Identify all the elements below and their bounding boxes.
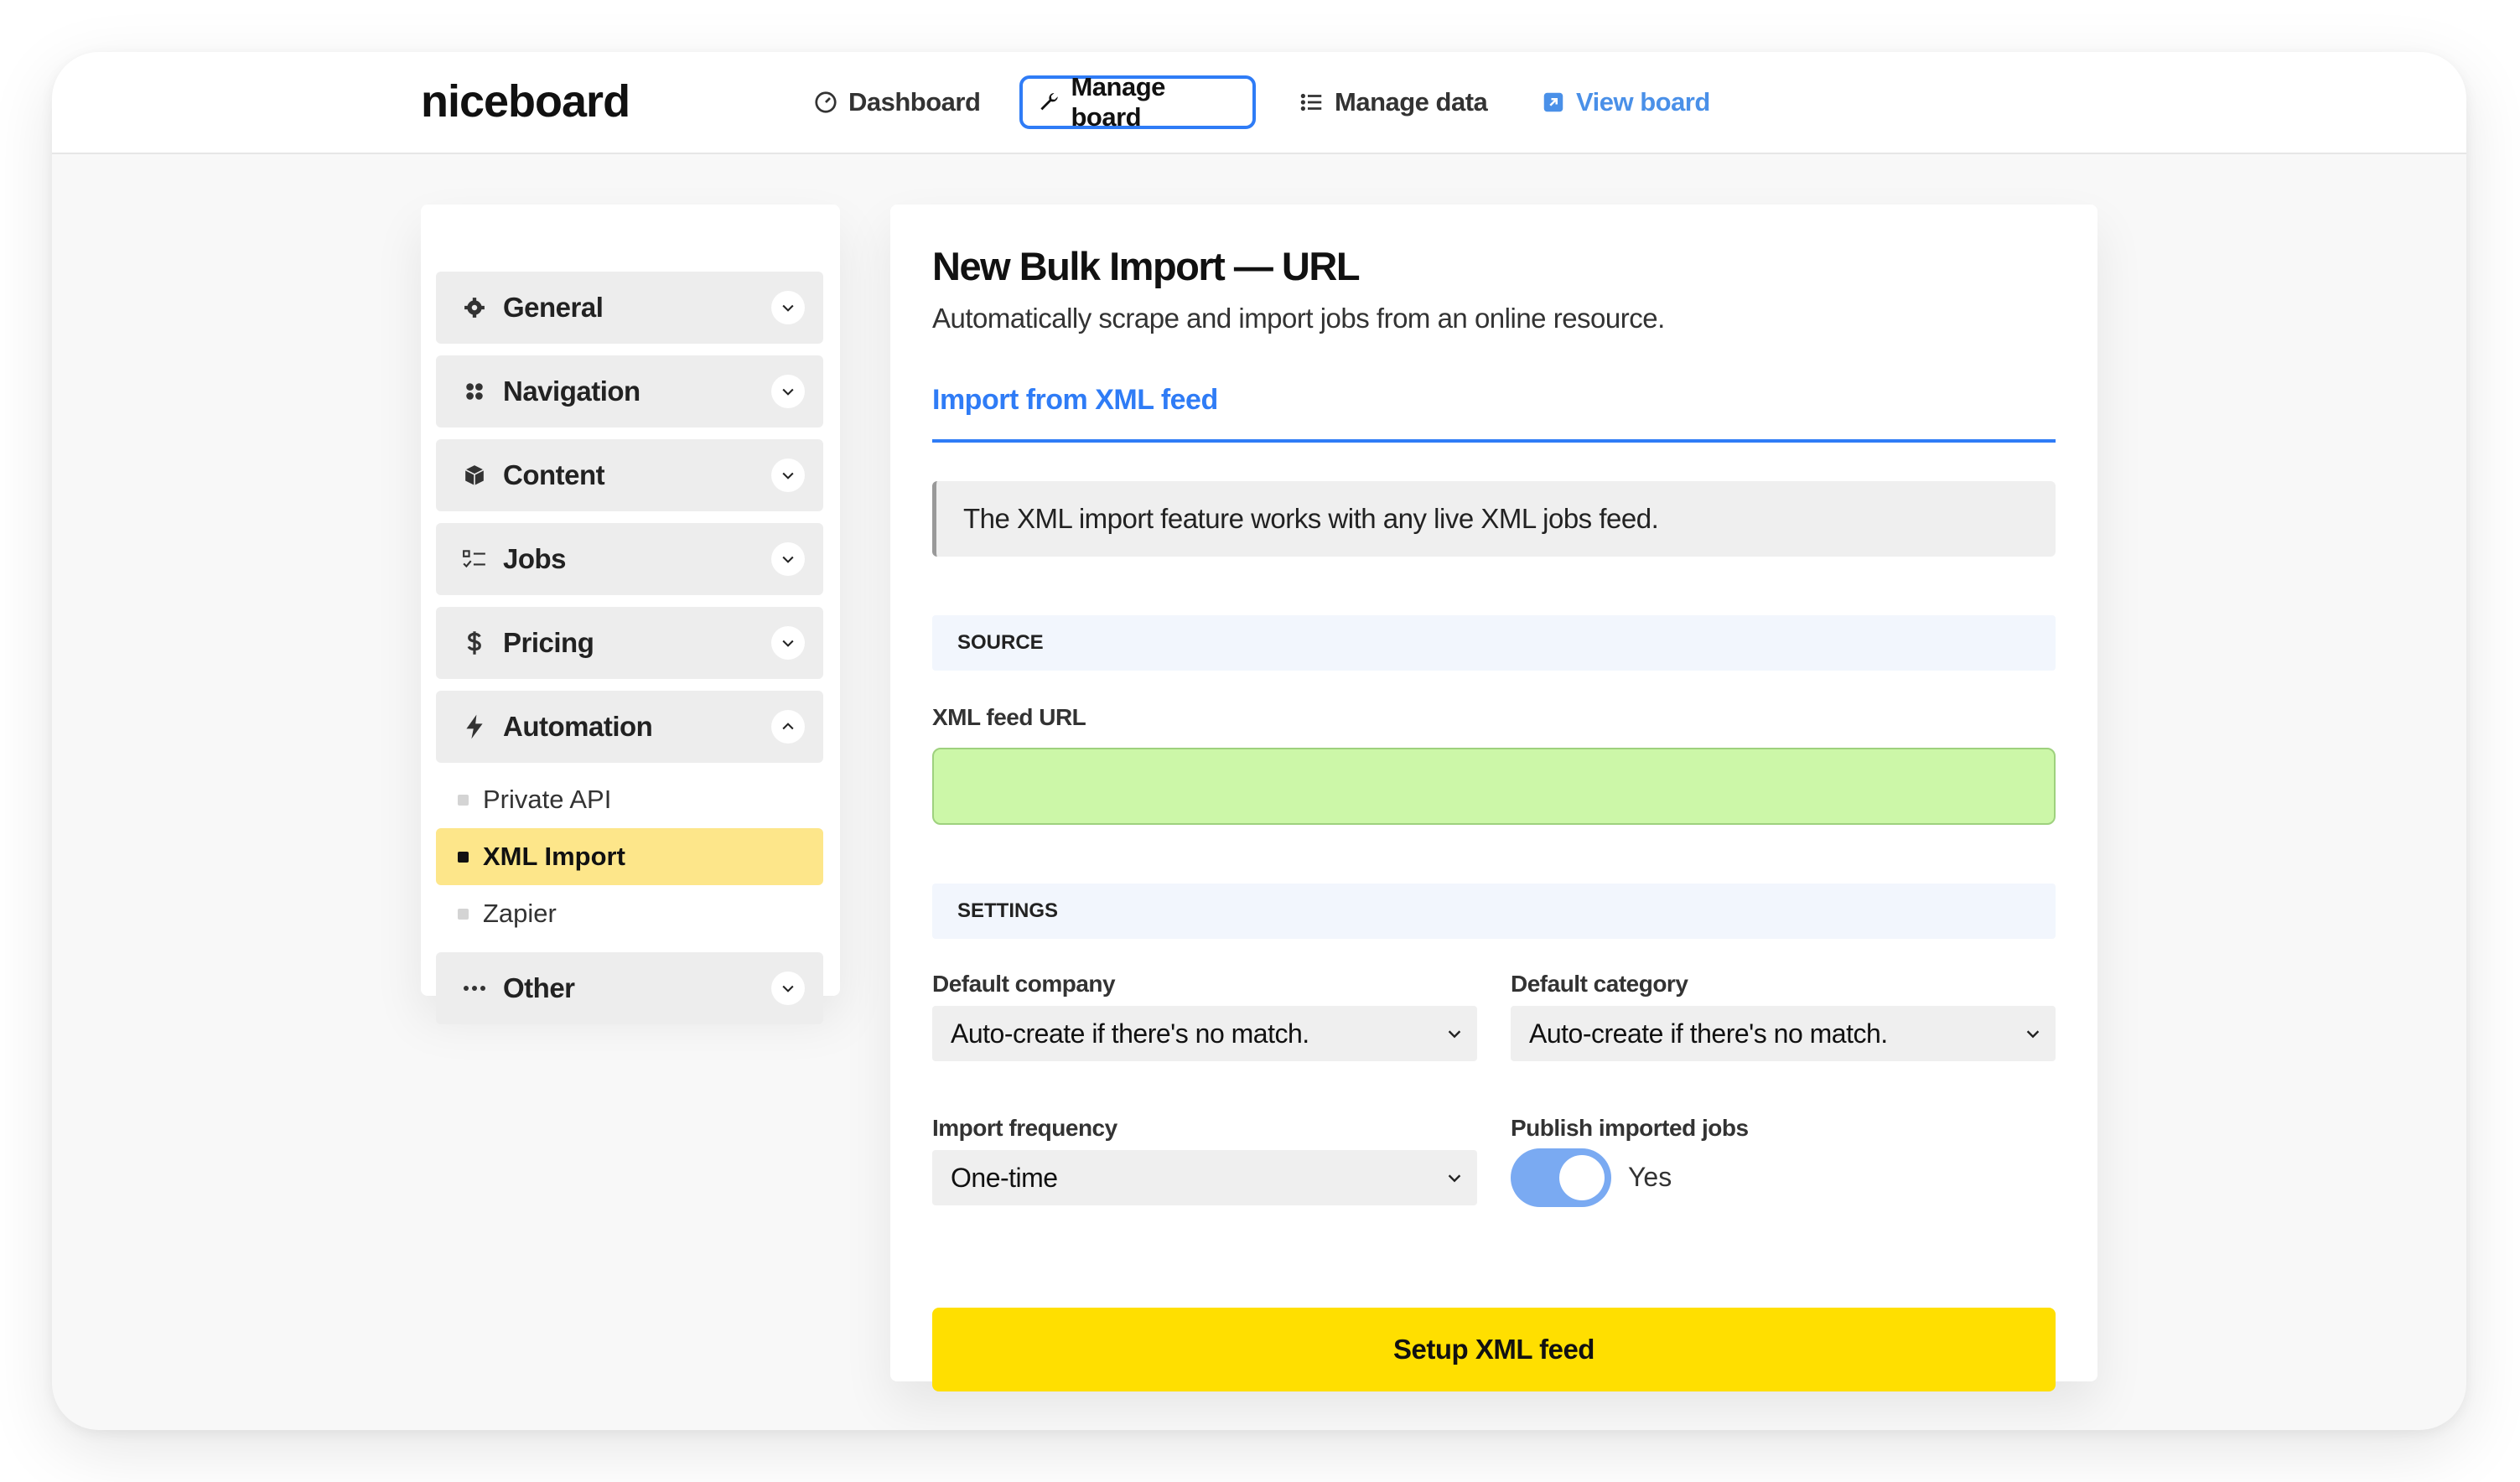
nav-manage-board-label: Manage board	[1071, 72, 1165, 132]
default-category-value: Auto-create if there's no match.	[1529, 1018, 1888, 1049]
page-subtitle: Automatically scrape and import jobs fro…	[932, 303, 1665, 334]
sidebar-subitem-label: XML Import	[483, 842, 625, 871]
chevron-down-icon[interactable]	[771, 459, 805, 492]
list-icon	[1300, 93, 1322, 111]
chevron-down-icon[interactable]	[771, 375, 805, 408]
toggle-knob	[1559, 1155, 1605, 1200]
default-company-select[interactable]: Auto-create if there's no match.	[932, 1006, 1477, 1061]
import-frequency-label: Import frequency	[932, 1115, 1117, 1141]
chevron-down-icon[interactable]	[771, 291, 805, 324]
sidebar-subitem-private-api[interactable]: Private API	[436, 771, 823, 828]
nav-dashboard-label: Dashboard	[848, 87, 981, 117]
lightning-icon	[461, 713, 488, 740]
grid-dots-icon	[461, 378, 488, 405]
sidebar-item-jobs[interactable]: Jobs	[436, 523, 823, 595]
import-frequency-select[interactable]: One-time	[932, 1150, 1477, 1205]
external-link-icon	[1543, 92, 1563, 112]
sidebar-item-label: Content	[503, 459, 605, 490]
nav-manage-board[interactable]: Manage board	[1019, 72, 1256, 132]
page-title: New Bulk Import — URL	[932, 244, 1361, 288]
sidebar-item-automation[interactable]: Automation	[436, 691, 823, 763]
dollar-icon	[461, 630, 488, 656]
sidebar-item-general[interactable]: General	[436, 272, 823, 344]
chevron-down-icon	[1448, 1030, 1461, 1039]
settings-sidebar: General Navigation Content Jobs Pricing …	[421, 205, 840, 1024]
top-bar: niceboard Dashboard Manage board Manage …	[52, 52, 2466, 154]
default-company-value: Auto-create if there's no match.	[951, 1018, 1309, 1049]
chevron-down-icon	[2026, 1030, 2040, 1039]
nav-view-board[interactable]: View board	[1541, 75, 1710, 129]
publish-jobs-label: Publish imported jobs	[1511, 1115, 1749, 1141]
bullet-icon	[458, 851, 469, 863]
nav-manage-data-label: Manage data	[1335, 87, 1488, 117]
checklist-icon	[461, 546, 488, 573]
sidebar-item-other[interactable]: Other	[436, 952, 823, 1024]
ellipsis-icon	[461, 975, 488, 1002]
chevron-down-icon[interactable]	[771, 542, 805, 576]
nav-manage-data[interactable]: Manage data	[1299, 75, 1488, 129]
section-source-heading: SOURCE	[957, 631, 1044, 654]
publish-jobs-toggle[interactable]	[1511, 1148, 1611, 1207]
info-notice: The XML import feature works with any li…	[932, 481, 2056, 557]
tab-import-xml[interactable]: Import from XML feed	[932, 384, 1218, 417]
xml-url-label: XML feed URL	[932, 704, 1086, 730]
chevron-down-icon[interactable]	[771, 972, 805, 1005]
publish-jobs-value: Yes	[1628, 1162, 1672, 1192]
xml-url-input[interactable]	[932, 748, 2056, 825]
chevron-up-icon[interactable]	[771, 710, 805, 744]
sidebar-item-navigation[interactable]: Navigation	[436, 355, 823, 428]
sidebar-subitem-zapier[interactable]: Zapier	[436, 885, 823, 942]
section-settings: SETTINGS	[932, 884, 2056, 939]
nav-dashboard[interactable]: Dashboard	[813, 75, 981, 129]
nav-view-board-label: View board	[1576, 87, 1710, 117]
import-frequency-value: One-time	[951, 1162, 1058, 1193]
setup-xml-feed-button[interactable]: Setup XML feed	[932, 1308, 2056, 1391]
gear-icon	[461, 294, 488, 321]
gauge-icon	[815, 91, 837, 113]
default-company-label: Default company	[932, 971, 1116, 997]
default-category-select[interactable]: Auto-create if there's no match.	[1511, 1006, 2056, 1061]
section-settings-heading: SETTINGS	[957, 899, 1059, 922]
tab-underline	[932, 439, 2056, 443]
cube-icon	[461, 462, 488, 489]
sidebar-item-content[interactable]: Content	[436, 439, 823, 511]
sidebar-subitem-xml-import[interactable]: XML Import	[436, 828, 823, 885]
section-source: SOURCE	[932, 615, 2056, 671]
bullet-icon	[458, 794, 469, 806]
sidebar-item-label: Pricing	[503, 627, 594, 658]
chevron-down-icon	[1448, 1174, 1461, 1183]
bullet-icon	[458, 908, 469, 920]
sidebar-item-pricing[interactable]: Pricing	[436, 607, 823, 679]
default-category-label: Default category	[1511, 971, 1688, 997]
sidebar-item-label: Automation	[503, 711, 653, 742]
import-panel: New Bulk Import — URL Automatically scra…	[890, 205, 2097, 1391]
sidebar-item-label: Navigation	[503, 376, 640, 407]
info-notice-text: The XML import feature works with any li…	[963, 503, 1659, 534]
app-window: niceboard Dashboard Manage board Manage …	[52, 52, 2466, 1430]
sidebar-item-label: General	[503, 292, 604, 323]
sidebar-subitem-label: Zapier	[483, 899, 557, 928]
logo[interactable]: niceboard	[421, 75, 630, 127]
chevron-down-icon[interactable]	[771, 626, 805, 660]
sidebar-item-label: Other	[503, 972, 575, 1003]
sidebar-subitem-label: Private API	[483, 785, 612, 814]
sidebar-item-label: Jobs	[503, 543, 567, 574]
wrench-icon	[1040, 92, 1058, 111]
